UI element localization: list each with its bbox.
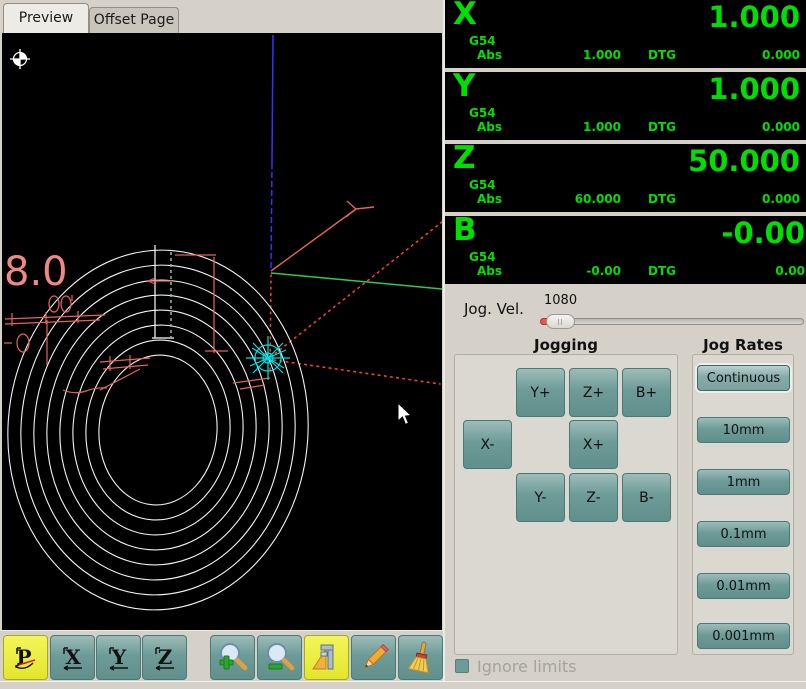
abs-value: 60.000	[574, 192, 621, 206]
rate-001mm-button[interactable]: 0.01mm	[697, 573, 790, 599]
status-strip	[0, 681, 806, 689]
abs-label: Abs	[477, 120, 503, 134]
dtg-value: 0.000	[762, 192, 800, 206]
view-x-icon: X	[62, 645, 82, 671]
abs-value: 1.000	[583, 48, 621, 62]
dtg-value: 0.000	[762, 120, 800, 134]
axis-letter: Y	[453, 68, 476, 104]
edit-button[interactable]	[351, 635, 396, 680]
dtg-label: DTG	[648, 120, 676, 134]
view-y-icon: Y	[108, 645, 128, 671]
dtg-value: 0.000	[762, 48, 800, 62]
toolpath-entry-lines	[152, 245, 174, 339]
jogging-group-title: Jogging	[534, 336, 598, 354]
ignore-limits-checkbox[interactable]	[455, 659, 469, 673]
tool-dimensions-button[interactable]	[304, 635, 349, 680]
rate-continuous-button[interactable]: Continuous	[697, 365, 790, 391]
coord-system: G54	[469, 250, 496, 264]
abs-label: Abs	[477, 264, 503, 278]
axis-letter: B	[453, 212, 477, 248]
jog-x-plus-button[interactable]: X+	[569, 420, 618, 469]
dro-axis-z: Z G54 50.000 Abs 60.000 DTG 0.000	[445, 140, 806, 212]
jog-velocity-slider-handle[interactable]	[546, 314, 575, 329]
y-axis-indicator	[270, 200, 375, 272]
notebook-tabbar: Preview Offset Page	[0, 0, 443, 33]
abs-label: Abs	[477, 192, 503, 206]
jog-y-minus-button[interactable]: Y-	[516, 473, 565, 522]
coord-system: G54	[469, 34, 496, 48]
axis-value: 1.000	[708, 0, 800, 34]
dro-axis-b: B G54 -0.00 Abs -0.00 DTG 0.00	[445, 212, 806, 284]
view-z-icon: Z	[154, 645, 174, 671]
zoom-in-icon	[219, 642, 247, 670]
jog-z-plus-button[interactable]: Z+	[569, 368, 618, 417]
clear-plot-button[interactable]	[398, 635, 443, 680]
rate-01mm-button[interactable]: 0.1mm	[697, 521, 790, 547]
rapid-move-lines	[269, 221, 443, 385]
rate-10mm-button[interactable]: 10mm	[697, 417, 790, 443]
dro-axis-x: X G54 1.000 Abs 1.000 DTG 0.000	[445, 0, 806, 68]
origin-marker-icon	[10, 49, 30, 69]
jog-b-minus-button[interactable]: B-	[622, 473, 671, 522]
mouse-cursor	[397, 401, 413, 426]
broom-icon	[407, 641, 429, 673]
caliper-icon	[311, 644, 333, 669]
view-z-button[interactable]: Z	[142, 635, 187, 680]
view-y-button[interactable]: Y	[96, 635, 141, 680]
jog-rates-group-title: Jog Rates	[703, 336, 783, 354]
tool-marker	[246, 336, 290, 380]
abs-value: 1.000	[583, 120, 621, 134]
coord-system: G54	[469, 106, 496, 120]
jog-z-minus-button[interactable]: Z-	[569, 473, 618, 522]
control-panel: X G54 1.000 Abs 1.000 DTG 0.000 Y G54 1.…	[443, 0, 806, 681]
jog-rates-group: Continuous 10mm 1mm 0.1mm 0.01mm 0.001mm	[692, 354, 794, 655]
x-axis-line	[270, 272, 443, 290]
axis-value: 1.000	[708, 72, 800, 106]
tab-offset-page[interactable]: Offset Page	[89, 7, 179, 33]
dro-axis-y: Y G54 1.000 Abs 1.000 DTG 0.000	[445, 68, 806, 140]
dtg-label: DTG	[648, 192, 676, 206]
view-perspective-button[interactable]: P	[3, 635, 48, 680]
axis-letter: X	[453, 0, 477, 32]
jog-x-minus-button[interactable]: X-	[463, 420, 512, 469]
rate-0001mm-button[interactable]: 0.001mm	[697, 623, 790, 649]
jog-b-plus-button[interactable]: B+	[622, 368, 671, 417]
abs-label: Abs	[477, 48, 503, 62]
jog-velocity-label: Jog. Vel.	[464, 300, 524, 318]
axis-letter: Z	[453, 140, 476, 176]
jogging-group: Y+ Z+ B+ X- X+ Y- Z- B-	[454, 354, 678, 655]
tab-preview[interactable]: Preview	[3, 3, 89, 33]
gremlin-preview-canvas[interactable]: 8.0	[2, 33, 443, 630]
zoom-in-button[interactable]	[210, 635, 255, 680]
z-axis-line	[270, 34, 274, 272]
axis-value: 50.000	[688, 144, 800, 178]
coord-system: G54	[469, 178, 496, 192]
dtg-label: DTG	[648, 264, 676, 278]
rate-1mm-button[interactable]: 1mm	[697, 469, 790, 495]
toolpath-plot: 8.0	[4, 34, 443, 611]
dtg-label: DTG	[648, 48, 676, 62]
pencil-icon	[363, 643, 389, 668]
preview-toolbar: P X Y Z	[0, 630, 443, 682]
toolpath-rings	[7, 249, 309, 611]
zoom-out-button[interactable]	[257, 635, 302, 680]
zoom-out-icon	[266, 642, 294, 670]
view-x-button[interactable]: X	[50, 635, 95, 680]
ignore-limits-label: Ignore limits	[477, 657, 577, 676]
perspective-view-icon: P	[14, 645, 35, 669]
extent-label: 8.0	[4, 249, 68, 295]
abs-value: -0.00	[586, 264, 621, 278]
dtg-value: 0.00	[775, 264, 805, 278]
jog-y-plus-button[interactable]: Y+	[516, 368, 565, 417]
jog-velocity-value: 1080	[544, 293, 578, 308]
jog-velocity-slider[interactable]	[540, 318, 804, 325]
axis-value: -0.00	[721, 216, 805, 250]
